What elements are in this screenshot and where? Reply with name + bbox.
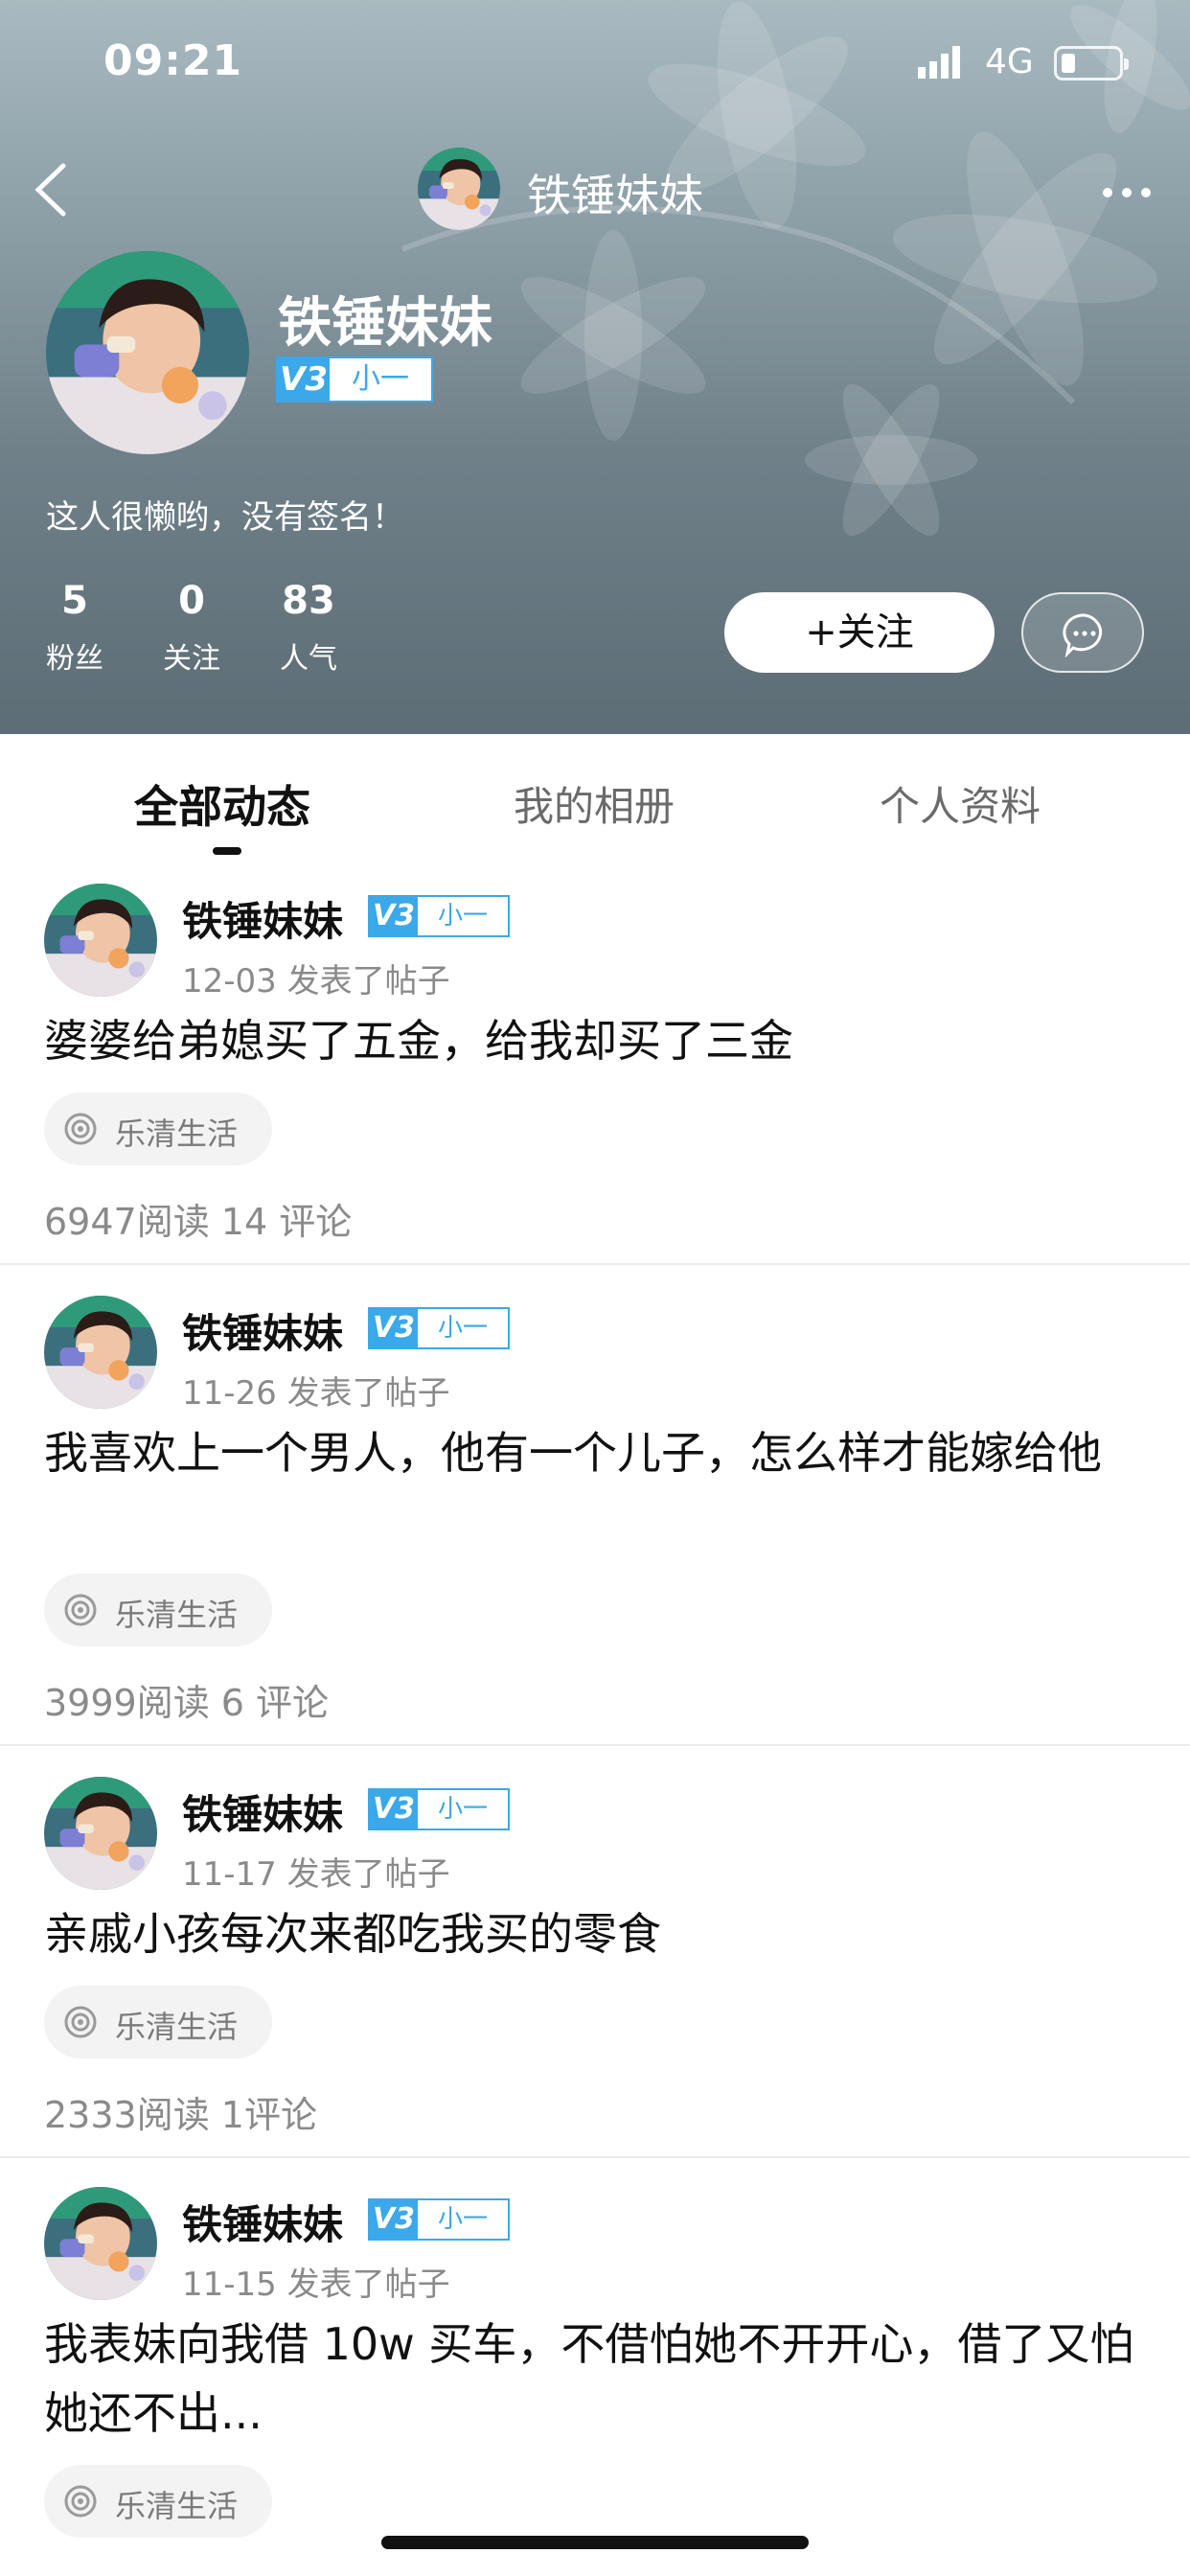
post-author[interactable]: 铁锤妹妹 xyxy=(182,889,343,948)
stat-fans[interactable]: 5 粉丝 xyxy=(27,579,123,677)
v-level-badge: V3 xyxy=(370,897,418,935)
post-author[interactable]: 铁锤妹妹 xyxy=(182,2193,343,2251)
chevron-left-icon xyxy=(34,163,66,217)
more-button[interactable] xyxy=(1102,184,1152,202)
profile-name: 铁锤妹妹 xyxy=(278,292,492,355)
post-text[interactable]: 亲戚小孩每次来都吃我买的零食 xyxy=(44,1899,1146,1968)
post-text[interactable]: 婆婆给弟媳买了五金，给我却买了三金 xyxy=(44,1006,1146,1075)
signal-bars-icon xyxy=(918,46,960,82)
topic-icon xyxy=(64,1113,97,1145)
post-avatar[interactable] xyxy=(44,1777,157,1890)
back-button[interactable] xyxy=(29,158,77,221)
topic-icon xyxy=(64,1594,97,1626)
v-level-badge: V3 xyxy=(278,358,330,401)
stat-value: 83 xyxy=(282,579,335,623)
post-stats: 2333阅读 1评论 xyxy=(44,2094,317,2136)
feed-post[interactable]: 铁锤妹妹 V3 小一 12-03 发表了帖子 婆婆给弟媳买了五金，给我却买了三金 … xyxy=(0,868,1190,1265)
feed-post[interactable]: 铁锤妹妹 V3 小一 11-17 发表了帖子 亲戚小孩每次来都吃我买的零食 乐清生… xyxy=(0,1761,1190,2158)
divider xyxy=(0,2156,1190,2158)
profile-header: 09:21 4G 铁锤妹妹 铁锤妹妹 V3 小一 这人很懒哟，没有签名！ 5 粉… xyxy=(0,0,1190,734)
post-author[interactable]: 铁锤妹妹 xyxy=(182,1301,343,1360)
feed-post[interactable]: 铁锤妹妹 V3 小一 11-26 发表了帖子 我喜欢上一个男人，他有一个儿子，怎么… xyxy=(0,1280,1190,1746)
level-badge: V3 小一 xyxy=(368,895,510,937)
topic-icon xyxy=(64,2485,97,2518)
level-badge: V3 小一 xyxy=(368,2198,510,2241)
active-tab-indicator xyxy=(213,847,241,855)
network-type: 4G xyxy=(985,42,1034,81)
tab-my-album[interactable]: 我的相册 xyxy=(514,774,675,833)
battery-low-icon xyxy=(1054,46,1129,80)
rank-label: 小一 xyxy=(418,1790,508,1828)
level-badge: V3 小一 xyxy=(368,1307,510,1349)
stat-following[interactable]: 0 关注 xyxy=(144,579,240,677)
post-time: 11-26 发表了帖子 xyxy=(182,1374,450,1413)
rank-label: 小一 xyxy=(418,1309,508,1347)
profile-avatar[interactable] xyxy=(46,251,249,454)
follow-button[interactable]: +关注 xyxy=(724,592,995,673)
topic-icon xyxy=(64,2006,97,2038)
home-indicator[interactable] xyxy=(381,2536,809,2549)
divider xyxy=(0,1744,1190,1746)
post-avatar[interactable] xyxy=(44,884,157,997)
topic-tag[interactable]: 乐清生活 xyxy=(44,1092,272,1165)
post-text[interactable]: 我喜欢上一个男人，他有一个儿子，怎么样才能嫁给他 xyxy=(44,1418,1146,1487)
topic-label: 乐清生活 xyxy=(115,2009,239,2045)
stat-value: 0 xyxy=(178,579,205,623)
topic-tag[interactable]: 乐清生活 xyxy=(44,2465,272,2538)
topic-tag[interactable]: 乐清生活 xyxy=(44,1986,272,2058)
rank-label: 小一 xyxy=(418,897,508,935)
level-badge: V3 小一 xyxy=(368,1788,510,1830)
divider xyxy=(0,1263,1190,1265)
topic-label: 乐清生活 xyxy=(115,2488,239,2524)
nav-avatar[interactable] xyxy=(418,148,500,230)
chat-bubble-icon xyxy=(1063,613,1103,657)
v-level-badge: V3 xyxy=(370,1790,418,1828)
topic-label: 乐清生活 xyxy=(115,1597,239,1633)
feed-post[interactable]: 铁锤妹妹 V3 小一 11-15 发表了帖子 我表妹向我借 10w 买车，不借怕她… xyxy=(0,2172,1190,2576)
topic-label: 乐清生活 xyxy=(115,1116,239,1152)
more-dots-icon xyxy=(1103,188,1151,197)
level-badge: V3 小一 xyxy=(276,356,433,402)
status-bar: 09:21 4G xyxy=(0,0,1190,126)
post-text[interactable]: 我表妹向我借 10w 买车，不借怕她不开开心，借了又怕她还不出... xyxy=(44,2310,1146,2448)
status-time: 09:21 xyxy=(103,36,243,85)
profile-bio: 这人很懒哟，没有签名！ xyxy=(46,498,404,537)
post-author[interactable]: 铁锤妹妹 xyxy=(182,1782,343,1841)
v-level-badge: V3 xyxy=(370,2200,418,2239)
stat-label: 关注 xyxy=(163,642,220,676)
rank-label: 小一 xyxy=(418,2200,508,2239)
tab-profile-info[interactable]: 个人资料 xyxy=(880,774,1041,833)
v-level-badge: V3 xyxy=(370,1309,418,1347)
stat-value: 5 xyxy=(61,579,88,623)
post-time: 11-17 发表了帖子 xyxy=(182,1855,450,1894)
stat-label: 人气 xyxy=(280,642,337,676)
post-time: 11-15 发表了帖子 xyxy=(182,2266,450,2304)
post-avatar[interactable] xyxy=(44,2187,157,2300)
message-button[interactable] xyxy=(1021,592,1144,673)
nav-title: 铁锤妹妹 xyxy=(527,170,703,221)
topic-tag[interactable]: 乐清生活 xyxy=(44,1574,272,1646)
post-avatar[interactable] xyxy=(44,1296,157,1409)
post-stats: 6947阅读 14 评论 xyxy=(44,1201,353,1243)
tab-all-activity[interactable]: 全部动态 xyxy=(134,772,310,836)
post-time: 12-03 发表了帖子 xyxy=(182,962,450,1000)
stat-label: 粉丝 xyxy=(46,642,103,676)
rank-label: 小一 xyxy=(330,358,431,401)
stat-popularity[interactable]: 83 人气 xyxy=(261,579,356,677)
profile-tabs: 全部动态 我的相册 个人资料 xyxy=(0,734,1190,859)
post-stats: 3999阅读 6 评论 xyxy=(44,1682,330,1724)
